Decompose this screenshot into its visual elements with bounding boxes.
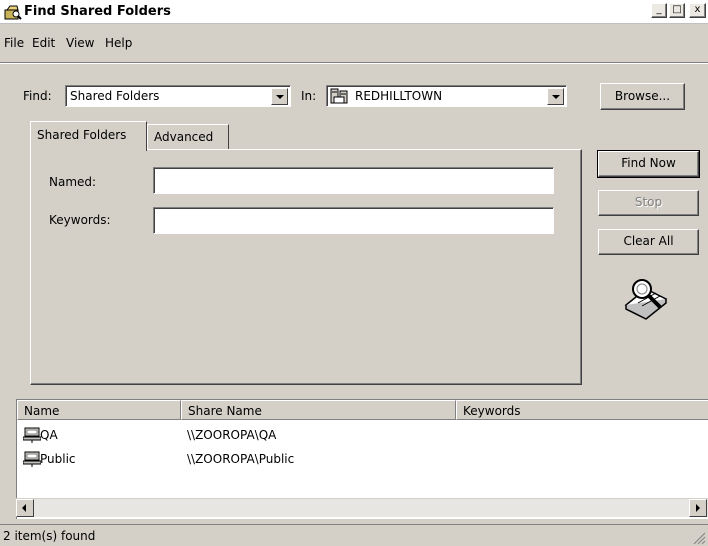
find-type-value: Shared Folders	[70, 89, 160, 103]
find-label: Find:	[23, 89, 52, 103]
column-header-name[interactable]: Name	[17, 400, 181, 420]
named-label: Named:	[49, 175, 97, 189]
search-location-value: REDHILLTOWN	[355, 89, 443, 103]
shared-folder-icon	[23, 427, 41, 443]
arrow-left-icon	[22, 504, 26, 512]
keywords-field[interactable]	[153, 207, 554, 234]
scroll-right-button[interactable]	[689, 499, 707, 517]
menu-view[interactable]: View	[66, 36, 94, 50]
result-name: QA	[40, 428, 58, 442]
find-type-select[interactable]: Shared Folders	[65, 85, 291, 107]
result-name: Public	[40, 452, 76, 466]
find-now-button[interactable]: Find Now	[597, 150, 700, 178]
list-item[interactable]: QA \\ZOOROPA\QA	[17, 427, 708, 445]
status-text: 2 item(s) found	[3, 529, 96, 543]
window-title: Find Shared Folders	[24, 4, 171, 19]
column-header-share-name[interactable]: Share Name	[181, 400, 456, 420]
list-item[interactable]: Public \\ZOOROPA\Public	[17, 451, 708, 469]
search-animation-icon	[624, 279, 668, 320]
chevron-down-icon[interactable]	[271, 88, 288, 105]
horizontal-scrollbar[interactable]	[16, 498, 708, 517]
result-share-name: \\ZOOROPA\Public	[187, 452, 295, 466]
clear-all-button[interactable]: Clear All	[598, 229, 699, 255]
result-share-name: \\ZOOROPA\QA	[187, 428, 277, 442]
find-folders-icon	[4, 5, 22, 20]
browse-button[interactable]: Browse...	[600, 83, 685, 110]
scroll-left-button[interactable]	[16, 499, 34, 517]
tab-shared-folders[interactable]: Shared Folders	[30, 121, 147, 151]
close-button[interactable]: x	[689, 3, 706, 18]
menu-separator	[0, 62, 708, 64]
keywords-label: Keywords:	[49, 213, 111, 227]
chevron-down-icon[interactable]	[547, 88, 564, 105]
arrow-right-icon	[696, 504, 700, 512]
domain-icon	[330, 88, 348, 104]
search-location-select[interactable]: REDHILLTOWN	[326, 85, 567, 107]
status-bar: 2 item(s) found	[0, 524, 708, 546]
shared-folder-icon	[23, 451, 41, 467]
tab-advanced[interactable]: Advanced	[147, 124, 229, 150]
minimize-button[interactable]: _	[651, 3, 667, 18]
title-bar[interactable]: Find Shared Folders _ □ x	[0, 0, 708, 24]
stop-button[interactable]: Stop	[598, 190, 699, 216]
column-header-keywords[interactable]: Keywords	[456, 400, 708, 420]
maximize-button[interactable]: □	[669, 3, 685, 18]
in-label: In:	[301, 89, 317, 103]
menu-help[interactable]: Help	[105, 36, 132, 50]
named-field[interactable]	[153, 167, 554, 194]
menu-edit[interactable]: Edit	[32, 36, 55, 50]
menu-file[interactable]: File	[4, 36, 24, 50]
resize-grip-icon[interactable]	[692, 531, 706, 545]
